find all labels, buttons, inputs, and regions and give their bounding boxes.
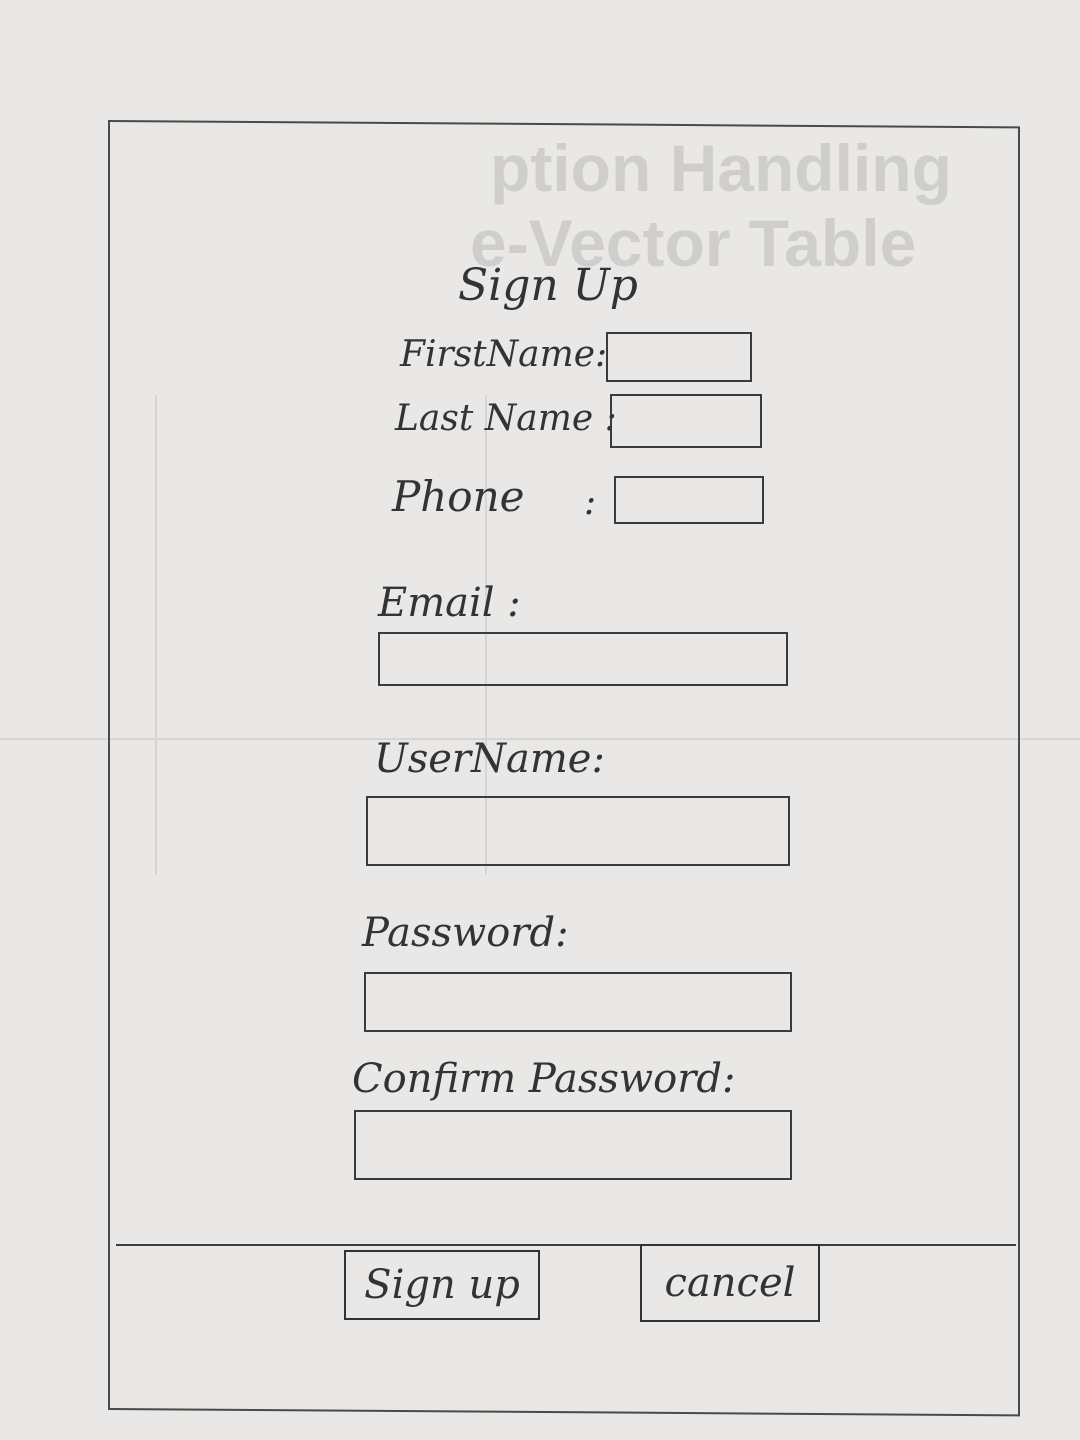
phone-field[interactable] [614, 476, 764, 524]
signup-window: Sign Up FirstName: Last Name : Phone : E… [108, 120, 1020, 1417]
email-label: Email : [378, 580, 521, 626]
last-name-label: Last Name : [395, 398, 617, 439]
password-field[interactable] [364, 972, 792, 1032]
page-title: Sign Up [458, 260, 638, 311]
password-label: Password: [362, 910, 569, 956]
first-name-field[interactable] [606, 332, 752, 382]
sign-up-button[interactable]: Sign up [344, 1250, 540, 1320]
last-name-field[interactable] [610, 394, 762, 448]
footer-divider [116, 1244, 1016, 1246]
cancel-button[interactable]: cancel [640, 1244, 820, 1322]
phone-label: Phone [392, 472, 525, 521]
username-field[interactable] [366, 796, 790, 866]
phone-colon: : [584, 482, 597, 523]
confirm-password-field[interactable] [354, 1110, 792, 1180]
username-label: UserName: [374, 736, 605, 782]
confirm-password-label: Confirm Password: [352, 1056, 736, 1102]
first-name-label: FirstName: [400, 334, 608, 375]
email-field[interactable] [378, 632, 788, 686]
